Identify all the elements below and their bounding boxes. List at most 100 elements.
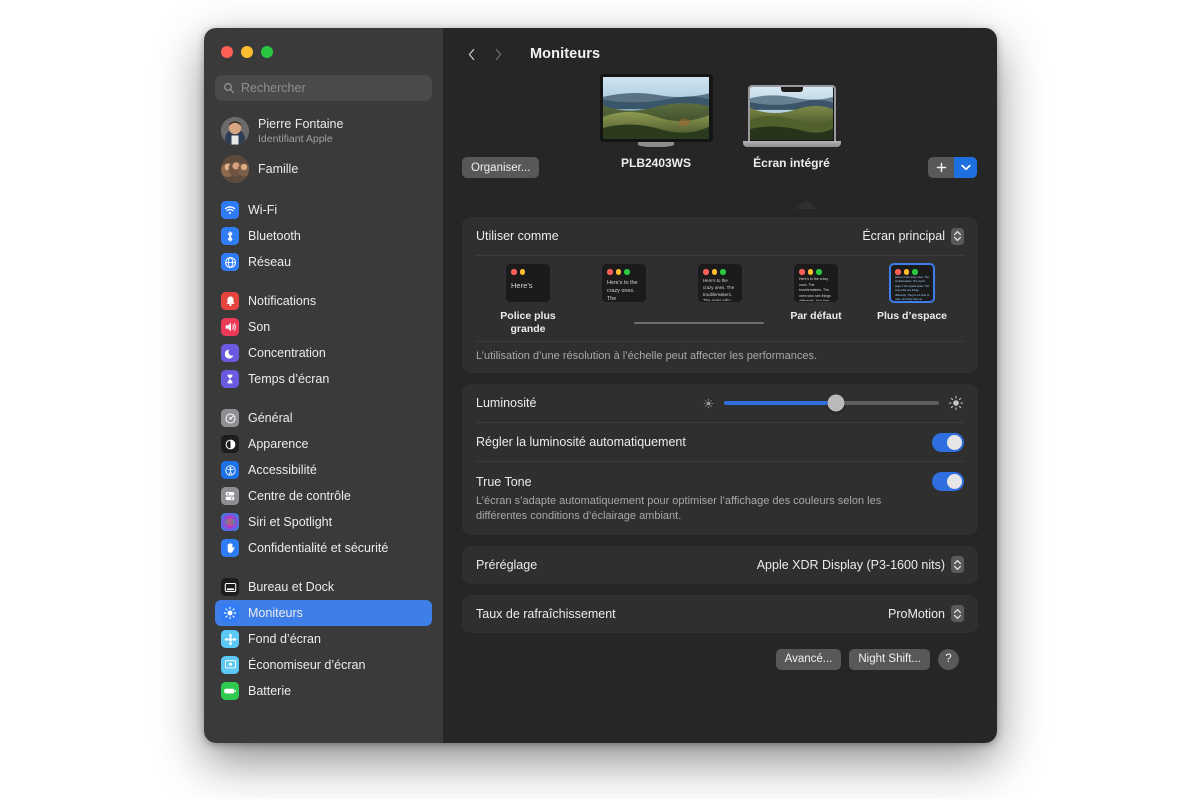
display-name: PLB2403WS [620,156,692,170]
resolution-preview: Here’s to the crazy ones. The troublemak… [895,276,930,302]
account-apple-id[interactable]: Pierre Fontaine Identifiant Apple [215,112,432,150]
sidebar-item-label: Confidentialité et sécurité [248,541,389,555]
chevron-left-icon[interactable] [465,48,478,61]
true-tone-label: True Tone [476,474,532,489]
brightness-slider[interactable] [702,394,964,412]
sidebar-item-network[interactable]: Réseau [215,249,432,275]
sidebar-item-label: Notifications [248,294,317,308]
page-title: Moniteurs [530,46,601,62]
resolution-option[interactable]: Here’s to the crazy ones. The troublemak… [774,264,858,323]
resolution-thumb[interactable]: Here’s to the crazy ones. The troublemak… [602,264,646,302]
row-use-as: Utiliser comme Écran principal [462,217,978,255]
sidebar-item-desktop-dock[interactable]: Bureau et Dock [215,574,432,600]
sidebar-item-focus[interactable]: Concentration [215,340,432,366]
search-box[interactable] [215,75,432,101]
resolution-selector: Here’s Police plus grande Here’s to the … [462,256,978,341]
hourglass-icon [221,370,239,388]
advanced-button[interactable]: Avancé... [775,648,842,670]
preset-popup[interactable]: Apple XDR Display (P3-1600 nits) [757,556,964,574]
hand-icon [221,539,239,557]
desktop-dock-icon [221,578,239,596]
display-picker: PLB2403WS Écran intégré Organiser... [443,74,997,209]
use-as-label: Utiliser comme [476,229,559,243]
card-display-mode: Utiliser comme Écran principal Here’s Po… [462,217,978,374]
zoom-button[interactable] [261,46,273,58]
display-thumb-builtin[interactable]: Écran intégré [742,85,841,170]
brightness-label: Luminosité [476,396,537,411]
auto-brightness-toggle[interactable] [932,432,964,452]
sidebar-item-appearance[interactable]: Apparence [215,431,432,457]
sidebar-item-screen-time[interactable]: Temps d’écran [215,366,432,392]
sidebar: Pierre Fontaine Identifiant Apple [204,28,443,743]
external-monitor-icon [599,74,713,147]
sidebar-item-accessibility[interactable]: Accessibilité [215,457,432,483]
sidebar-item-notifications[interactable]: Notifications [215,288,432,314]
auto-brightness-label: Régler la luminosité automatiquement [476,435,686,450]
brightness-track[interactable] [724,394,939,412]
selected-display-arrow [795,200,817,209]
resolution-option[interactable]: Here’s to the crazy ones. The troublemak… [582,264,666,310]
sidebar-item-wallpaper[interactable]: Fond d’écran [215,626,432,652]
plus-icon[interactable] [928,157,954,178]
nav-group-system: Général Apparence Accessibilité Centre d… [215,405,432,561]
traffic-lights [204,28,443,58]
resolution-thumb[interactable]: Here’s to the crazy ones. The troublemak… [794,264,838,302]
row-refresh-rate: Taux de rafraîchissement ProMotion [462,595,978,633]
refresh-rate-label: Taux de rafraîchissement [476,606,616,621]
sidebar-item-label: Centre de contrôle [248,489,351,503]
display-thumb-external[interactable]: PLB2403WS [599,74,713,170]
brightness-icon [221,604,239,622]
resolution-thumb[interactable]: Here’s to the crazy ones. The troublemak… [698,264,742,302]
resolution-option[interactable]: Here’s to the crazy ones. The troublemak… [870,264,954,323]
sidebar-nav: Wi-Fi Bluetooth Réseau Notifications Son… [204,188,443,704]
sidebar-item-battery[interactable]: Batterie [215,678,432,704]
refresh-rate-popup[interactable]: ProMotion [888,605,964,623]
sidebar-item-sound[interactable]: Son [215,314,432,340]
minimize-button[interactable] [241,46,253,58]
sidebar-item-privacy-security[interactable]: Confidentialité et sécurité [215,535,432,561]
sidebar-item-label: Économiseur d’écran [248,658,366,672]
sidebar-item-control-center[interactable]: Centre de contrôle [215,483,432,509]
account-name: Pierre Fontaine [258,117,344,132]
sidebar-item-bluetooth[interactable]: Bluetooth [215,223,432,249]
main-pane: Moniteurs PLB2403WS Écran intégré Organi… [443,28,997,743]
footer-buttons: Avancé... Night Shift... ? [462,644,978,670]
search-container [204,58,443,101]
sidebar-item-label: Bureau et Dock [248,580,335,594]
wallpaper-icon [221,630,239,648]
chevron-right-icon[interactable] [492,48,505,61]
resolution-thumb-selected[interactable]: Here’s to the crazy ones. The troublemak… [890,264,934,302]
speaker-icon [221,318,239,336]
sidebar-item-displays[interactable]: Moniteurs [215,600,432,626]
sidebar-item-label: Général [248,411,293,425]
search-input[interactable] [241,81,424,95]
night-shift-button[interactable]: Night Shift... [849,648,930,670]
resolution-option[interactable]: Here’s Police plus grande [486,264,570,335]
close-button[interactable] [221,46,233,58]
chevron-down-icon[interactable] [954,157,977,178]
moon-icon [221,344,239,362]
sidebar-item-wifi[interactable]: Wi-Fi [215,197,432,223]
family-label: Famille [258,162,299,176]
resolution-option[interactable]: Here’s to the crazy ones. The troublemak… [678,264,762,310]
resolution-track[interactable] [634,322,764,324]
sidebar-item-label: Réseau [248,255,292,269]
sidebar-item-siri-spotlight[interactable]: Siri et Spotlight [215,509,432,535]
arrange-button[interactable]: Organiser... [462,157,540,178]
settings-content: Utiliser comme Écran principal Here’s Po… [443,208,997,670]
help-button[interactable]: ? [938,648,959,670]
row-preset: Préréglage Apple XDR Display (P3-1600 ni… [462,546,978,584]
sidebar-item-label: Accessibilité [248,463,317,477]
avatar [221,117,249,145]
true-tone-toggle[interactable] [932,472,964,492]
brightness-knob[interactable] [827,394,845,412]
stepper-icon [951,227,964,245]
sidebar-item-general[interactable]: Général [215,405,432,431]
control-center-icon [221,487,239,505]
true-tone-description: L’écran s’adapte automatiquement pour op… [476,495,882,523]
use-as-popup[interactable]: Écran principal [862,227,964,245]
account-family[interactable]: Famille [215,150,432,188]
notch [780,87,803,92]
sidebar-item-screensaver[interactable]: Économiseur d’écran [215,652,432,678]
resolution-thumb[interactable]: Here’s [506,264,550,302]
